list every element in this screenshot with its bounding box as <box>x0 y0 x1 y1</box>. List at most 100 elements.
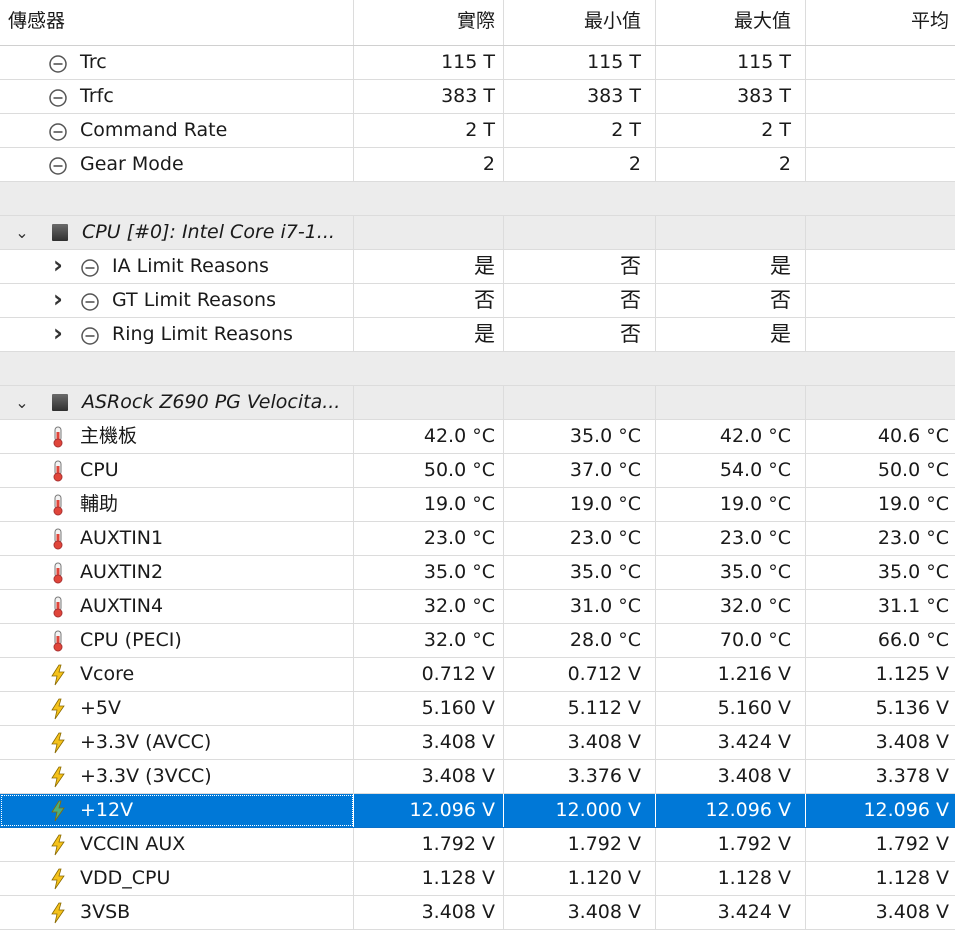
sensor-row[interactable]: 主機板 42.0 °C 35.0 °C 42.0 °C 40.6 °C <box>0 420 955 454</box>
value-avg <box>806 284 955 317</box>
sensor-row[interactable]: +12V 12.096 V 12.000 V 12.096 V 12.096 V <box>0 794 955 828</box>
group-empty-cell <box>656 386 806 419</box>
value-current: 2 <box>354 148 504 181</box>
sensor-name-cell: AUXTIN4 <box>0 590 354 623</box>
spacer-cell <box>656 182 806 215</box>
spacer-row <box>0 352 955 386</box>
group-empty-cell <box>354 386 504 419</box>
column-header-max[interactable]: 最大值 <box>656 0 806 45</box>
sensor-name-cell: +12V <box>0 794 354 827</box>
sensor-row[interactable]: Vcore 0.712 V 0.712 V 1.216 V 1.125 V <box>0 658 955 692</box>
sensor-row[interactable]: Trfc 383 T 383 T 383 T <box>0 80 955 114</box>
thermometer-icon <box>48 630 68 652</box>
value-avg: 3.408 V <box>875 901 949 923</box>
sensor-row[interactable]: +5V 5.160 V 5.112 V 5.160 V 5.136 V <box>0 692 955 726</box>
device-group-row[interactable]: ⌄ ASRock Z690 PG Velocita... <box>0 386 955 420</box>
sensor-row[interactable]: 輔助 19.0 °C 19.0 °C 19.0 °C 19.0 °C <box>0 488 955 522</box>
value-min: 12.000 V <box>504 794 656 827</box>
value-current: 5.160 V <box>354 692 504 725</box>
device-group-row[interactable]: ⌄ CPU [#0]: Intel Core i7-1... <box>0 216 955 250</box>
value-current: 是 <box>354 250 504 283</box>
thermometer-icon <box>48 494 68 516</box>
value-current: 1.792 V <box>354 828 504 861</box>
voltage-icon <box>48 664 68 686</box>
chevron-right-icon[interactable]: › <box>48 250 68 281</box>
thermometer-icon <box>48 426 68 448</box>
value-current: 3.408 V <box>354 896 504 929</box>
chevron-right-icon[interactable]: › <box>48 284 68 315</box>
value-avg: 40.6 °C <box>877 425 949 447</box>
sensor-row[interactable]: › IA Limit Reasons 是否是 <box>0 250 955 284</box>
voltage-icon <box>48 698 68 720</box>
value-min: 23.0 °C <box>504 522 656 555</box>
sensor-label: AUXTIN4 <box>80 595 164 617</box>
value-avg: 35.0 °C <box>877 561 949 583</box>
sensor-name-cell: AUXTIN1 <box>0 522 354 555</box>
clock-icon <box>48 52 68 73</box>
chevron-right-icon[interactable]: › <box>48 318 68 349</box>
column-header-avg[interactable]: 平均 <box>806 0 955 45</box>
value-max: 70.0 °C <box>656 624 806 657</box>
sensor-label: GT Limit Reasons <box>112 289 276 311</box>
chevron-down-icon[interactable]: ⌄ <box>12 216 32 249</box>
sensor-label: +3.3V (AVCC) <box>80 731 212 753</box>
value-avg: 23.0 °C <box>877 527 949 549</box>
value-current: 是 <box>354 318 504 351</box>
group-empty-cell <box>806 216 955 249</box>
sensor-row[interactable]: +3.3V (AVCC) 3.408 V 3.408 V 3.424 V 3.408 V <box>0 726 955 760</box>
group-label: ASRock Z690 PG Velocita... <box>82 391 341 413</box>
sensor-row[interactable]: AUXTIN2 35.0 °C 35.0 °C 35.0 °C 35.0 °C <box>0 556 955 590</box>
column-header-current[interactable]: 實際 <box>354 0 504 45</box>
sensor-row[interactable]: AUXTIN4 32.0 °C 31.0 °C 32.0 °C 31.1 °C <box>0 590 955 624</box>
sensor-row[interactable]: › Ring Limit Reasons 是否是 <box>0 318 955 352</box>
column-header-sensor[interactable]: 傳感器 <box>0 0 354 45</box>
clock-icon <box>48 120 68 141</box>
value-avg <box>806 318 955 351</box>
value-max: 2 <box>656 148 806 181</box>
value-max: 1.792 V <box>656 828 806 861</box>
spacer-cell <box>656 352 806 385</box>
value-min: 0.712 V <box>504 658 656 691</box>
column-header-min[interactable]: 最小值 <box>504 0 656 45</box>
sensor-row[interactable]: Command Rate 2 T2 T2 T <box>0 114 955 148</box>
value-current: 1.128 V <box>354 862 504 895</box>
sensor-name-cell: Trfc <box>0 80 354 113</box>
sensor-row[interactable]: Trc 115 T 115 T 115 T <box>0 46 955 80</box>
sensor-row[interactable]: VCCIN AUX 1.792 V 1.792 V 1.792 V 1.792 V <box>0 828 955 862</box>
sensor-name-cell: Trc <box>0 46 354 79</box>
value-max: 23.0 °C <box>656 522 806 555</box>
voltage-icon <box>48 868 68 890</box>
sensor-label: +5V <box>80 697 122 719</box>
value-avg: 66.0 °C <box>877 629 949 651</box>
spacer-cell <box>504 352 656 385</box>
value-avg: 50.0 °C <box>877 459 949 481</box>
sensor-row[interactable]: VDD_CPU 1.128 V 1.120 V 1.128 V 1.128 V <box>0 862 955 896</box>
clock-icon <box>48 86 68 107</box>
value-max: 19.0 °C <box>656 488 806 521</box>
voltage-icon <box>48 834 68 856</box>
clock-icon <box>80 290 100 311</box>
value-current: 42.0 °C <box>354 420 504 453</box>
value-min: 383 T <box>504 80 656 113</box>
thermometer-icon <box>48 528 68 550</box>
value-max: 1.128 V <box>656 862 806 895</box>
value-max: 3.424 V <box>656 726 806 759</box>
sensor-row[interactable]: AUXTIN1 23.0 °C 23.0 °C 23.0 °C 23.0 °C <box>0 522 955 556</box>
sensor-name-cell: › GT Limit Reasons <box>0 284 354 317</box>
sensor-row[interactable]: › GT Limit Reasons 否否否 <box>0 284 955 318</box>
sensor-rows: Trc 115 T 115 T 115 T Trfc 383 T 383 T 383 T Com… <box>0 46 955 930</box>
sensor-row[interactable]: CPU (PECI) 32.0 °C 28.0 °C 70.0 °C 66.0 °C <box>0 624 955 658</box>
sensor-row[interactable]: CPU 50.0 °C 37.0 °C 54.0 °C 50.0 °C <box>0 454 955 488</box>
chevron-down-icon[interactable]: ⌄ <box>12 386 32 419</box>
sensor-name-cell: VCCIN AUX <box>0 828 354 861</box>
sensor-row[interactable]: Gear Mode 2 2 2 <box>0 148 955 182</box>
group-empty-cell <box>806 386 955 419</box>
value-min: 28.0 °C <box>504 624 656 657</box>
value-min: 3.376 V <box>504 760 656 793</box>
value-current: 383 T <box>354 80 504 113</box>
spacer-cell <box>354 352 504 385</box>
sensor-row[interactable]: +3.3V (3VCC) 3.408 V 3.376 V 3.408 V 3.378 V <box>0 760 955 794</box>
clock-icon <box>80 256 100 277</box>
sensor-row[interactable]: 3VSB 3.408 V 3.408 V 3.424 V 3.408 V <box>0 896 955 930</box>
value-min: 5.112 V <box>504 692 656 725</box>
